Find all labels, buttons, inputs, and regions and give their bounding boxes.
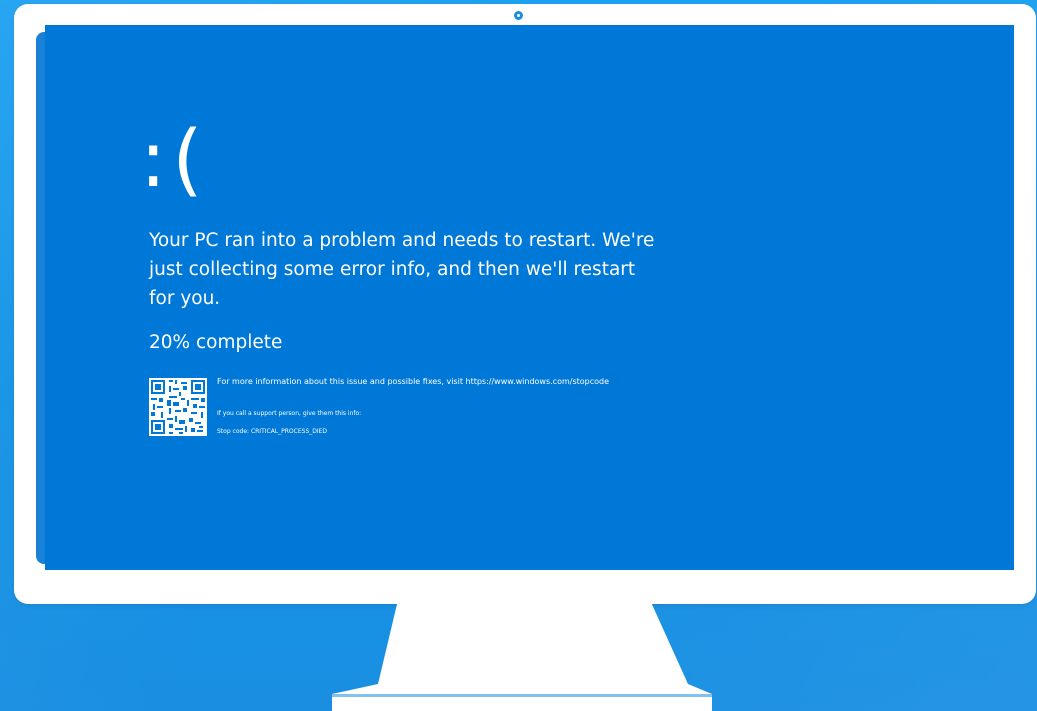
stop-code-text: Stop code: CRITICAL_PROCESS_DIED — [217, 428, 328, 435]
stopcode-info-link[interactable]: For more information about this issue an… — [217, 376, 609, 388]
error-message: Your PC ran into a problem and needs to … — [149, 230, 655, 309]
progress-text: 20% complete — [149, 332, 283, 353]
monitor-stand — [332, 600, 712, 711]
sad-face: :( — [140, 115, 209, 205]
support-info-text: If you call a support person, give them … — [217, 410, 362, 417]
qr-code-icon — [149, 378, 207, 436]
bsod-screen: :( Your PC ran into a problem and needs … — [45, 25, 1014, 570]
webcam-icon — [514, 11, 523, 20]
